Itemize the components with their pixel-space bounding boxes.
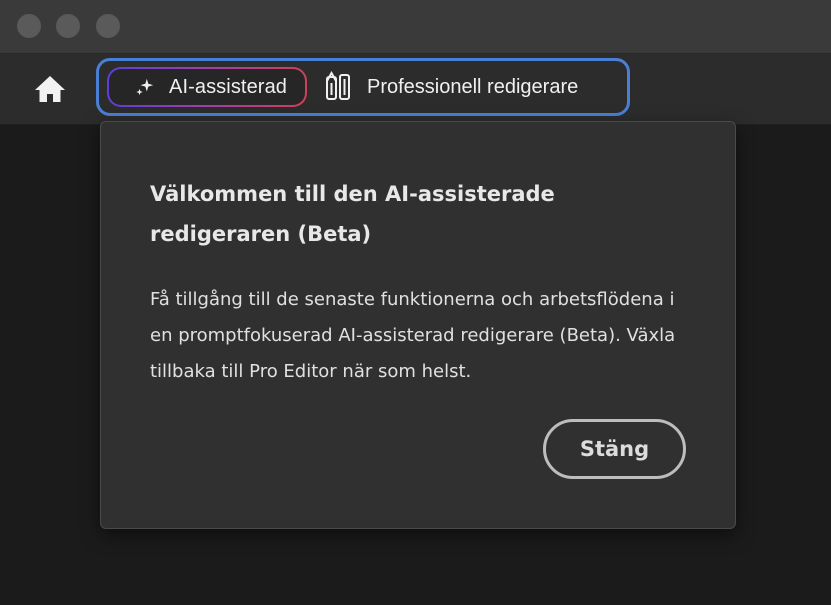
home-icon <box>35 76 65 102</box>
sparkle-icon <box>135 77 155 97</box>
welcome-popover: Välkommen till den AI-assisterade redige… <box>100 121 736 529</box>
editor-mode-switcher: AI-assisterad Professionell redigerare <box>96 58 630 116</box>
window-close-button[interactable] <box>17 14 41 38</box>
app-window: AI-assisterad Professionell redigerare V <box>0 0 831 605</box>
window-zoom-button[interactable] <box>96 14 120 38</box>
app-toolbar: AI-assisterad Professionell redigerare <box>0 54 831 125</box>
popover-title: Välkommen till den AI-assisterade redige… <box>150 182 555 246</box>
ai-assisted-mode-button[interactable]: AI-assisterad <box>107 67 307 107</box>
close-button[interactable]: Stäng <box>543 419 686 479</box>
title-bar <box>0 0 831 54</box>
home-button[interactable] <box>30 74 70 104</box>
editor-tools-icon <box>325 71 351 103</box>
ai-assisted-mode-label: AI-assisterad <box>169 75 288 98</box>
professional-editor-mode-label: Professionell redigerare <box>367 75 579 98</box>
window-minimize-button[interactable] <box>56 14 80 38</box>
professional-editor-mode-button[interactable]: Professionell redigerare <box>325 67 578 107</box>
popover-body: Få tillgång till de senaste funktionerna… <box>150 289 676 382</box>
ai-assisted-mode-inner: AI-assisterad <box>109 69 305 105</box>
